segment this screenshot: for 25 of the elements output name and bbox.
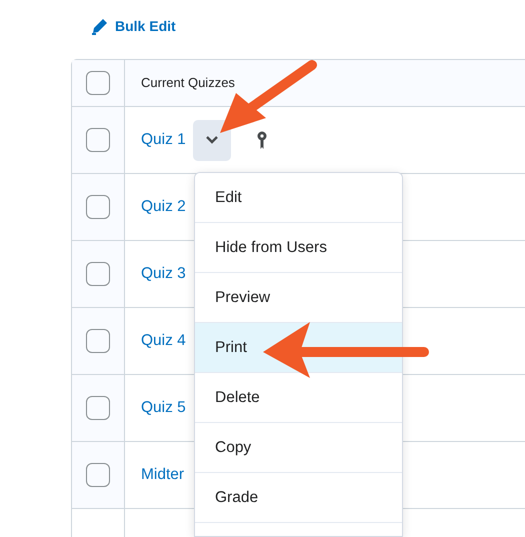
menu-item[interactable]: Grade bbox=[195, 473, 402, 523]
menu-item[interactable]: Delete bbox=[195, 373, 402, 423]
checkbox[interactable] bbox=[86, 71, 110, 95]
quiz-link[interactable]: Quiz 2 bbox=[141, 195, 186, 219]
quiz-link[interactable]: Quiz 3 bbox=[141, 262, 186, 286]
menu-item[interactable]: Hide from Users bbox=[195, 223, 402, 273]
quiz-link[interactable]: Midter bbox=[141, 463, 184, 487]
checkbox[interactable] bbox=[86, 195, 110, 219]
menu-item[interactable]: Edit bbox=[195, 173, 402, 223]
quiz-link[interactable]: Quiz 5 bbox=[141, 396, 186, 420]
actions-dropdown-button[interactable] bbox=[192, 120, 231, 160]
pencil-icon bbox=[90, 16, 110, 36]
checkbox[interactable] bbox=[86, 396, 110, 420]
checkbox[interactable] bbox=[86, 128, 110, 152]
quiz-link[interactable]: Quiz 1 bbox=[141, 128, 186, 152]
caret-icon bbox=[206, 136, 218, 144]
ribbon-icon bbox=[256, 131, 267, 149]
quiz-link[interactable]: Quiz 4 bbox=[141, 329, 186, 353]
checkbox[interactable] bbox=[86, 463, 110, 487]
checkbox[interactable] bbox=[86, 329, 110, 353]
column-header: Current Quizzes bbox=[141, 74, 235, 92]
menu-item[interactable]: Preview bbox=[195, 273, 402, 323]
menu-item[interactable]: Copy bbox=[195, 423, 402, 473]
checkbox[interactable] bbox=[86, 262, 110, 286]
bulk-edit-button[interactable]: Bulk Edit bbox=[90, 16, 176, 36]
